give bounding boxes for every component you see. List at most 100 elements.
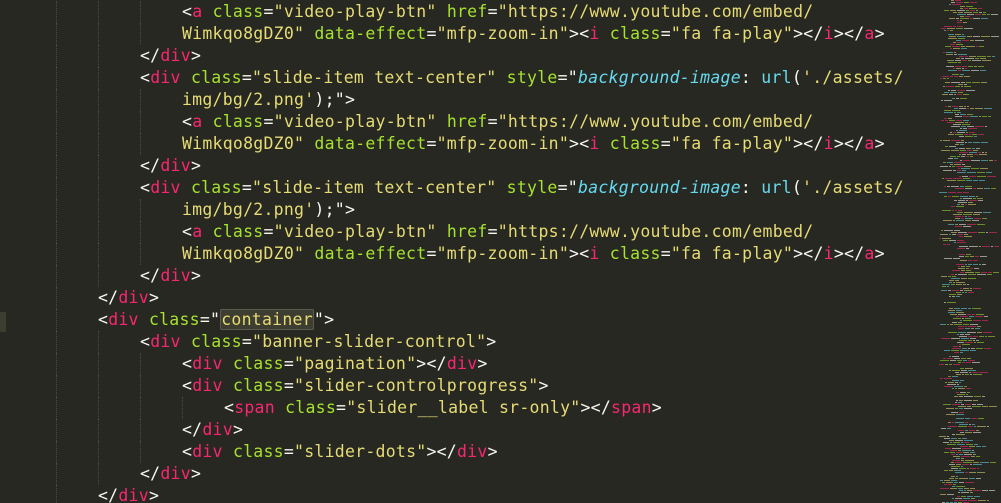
minimap-code-line — [967, 496, 973, 497]
code-token: Wimkqo8gDZ0" — [182, 24, 305, 43]
code-line[interactable]: <div class="container"> — [98, 309, 334, 331]
code-line[interactable]: <div class="slide-item text-center" styl… — [140, 67, 904, 89]
minimap[interactable] — [935, 0, 1001, 503]
code-line[interactable]: <div class="slider-controlprogress"> — [182, 375, 549, 397]
code-line[interactable]: <div class="pagination"></div> — [182, 353, 488, 375]
code-token: "banner-slider-control" — [252, 332, 487, 351]
indent-guide — [140, 1, 142, 23]
minimap-code-line — [956, 310, 962, 311]
minimap-code-line — [968, 128, 977, 129]
code-line[interactable]: <a class="video-play-btn" href="https://… — [182, 221, 813, 243]
code-line[interactable]: img/bg/2.png');"> — [182, 199, 355, 221]
minimap-code-line — [940, 488, 949, 489]
code-token: "> — [313, 310, 335, 329]
code-line[interactable]: <span class="slider__label sr-only"></sp… — [224, 397, 662, 419]
indent-guide — [98, 441, 100, 463]
code-token: a — [864, 24, 875, 43]
minimap-code-line — [952, 448, 961, 449]
minimap-code-line — [951, 150, 959, 151]
minimap-code-line — [960, 98, 967, 99]
minimap-code-line — [964, 408, 972, 409]
indent-guide — [56, 23, 58, 45]
code-token: i — [823, 134, 834, 153]
indent-guide — [98, 331, 100, 353]
code-line[interactable]: <div class="slide-item text-center" styl… — [140, 177, 904, 199]
code-line[interactable]: </div> — [140, 155, 201, 177]
minimap-code-line — [981, 142, 988, 143]
minimap-code-line — [958, 332, 966, 333]
minimap-code-line — [961, 370, 967, 371]
code-token: </ — [182, 420, 203, 439]
code-token: "slide-item text-center" — [252, 68, 497, 87]
minimap-code-line — [941, 428, 946, 429]
minimap-code-line — [960, 196, 968, 197]
code-line[interactable]: Wimkqo8gDZ0" data-effect="mfp-zoom-in"><… — [182, 243, 885, 265]
minimap-code-line — [959, 246, 968, 247]
code-token: style — [506, 178, 558, 197]
indent-guide — [56, 199, 58, 221]
minimap-code-line — [965, 422, 968, 423]
code-token: = — [426, 24, 437, 43]
minimap-code-line — [984, 108, 992, 109]
code-line[interactable]: </div> — [98, 287, 159, 309]
code-line[interactable]: <a class="video-play-btn" href="https://… — [182, 111, 813, 133]
code-editor[interactable]: <a class="video-play-btn" href="https://… — [14, 0, 934, 503]
minimap-code-line — [955, 188, 964, 189]
code-line[interactable]: </div> — [140, 45, 201, 67]
code-token: >< — [569, 134, 590, 153]
minimap-code-line — [958, 70, 961, 71]
code-line[interactable]: Wimkqo8gDZ0" data-effect="mfp-zoom-in"><… — [182, 133, 885, 155]
minimap-code-line — [977, 326, 981, 327]
minimap-code-line — [959, 130, 967, 131]
minimap-code-line — [947, 162, 953, 163]
code-line[interactable]: Wimkqo8gDZ0" data-effect="mfp-zoom-in"><… — [182, 23, 885, 45]
minimap-code-line — [960, 150, 966, 151]
minimap-code-line — [956, 316, 959, 317]
minimap-code-line — [957, 234, 963, 235]
minimap-code-line — [953, 442, 960, 443]
minimap-code-line — [948, 196, 951, 197]
minimap-code-line — [943, 170, 952, 171]
minimap-code-line — [960, 288, 962, 289]
minimap-code-line — [975, 328, 980, 329]
code-line[interactable]: </div> — [98, 485, 159, 503]
minimap-code-line — [948, 192, 956, 193]
minimap-code-line — [965, 430, 968, 431]
minimap-code-line — [968, 66, 973, 67]
code-line[interactable]: <div class="slider-dots"></div> — [182, 441, 498, 463]
minimap-code-line — [968, 142, 972, 143]
minimap-code-line — [975, 108, 983, 109]
code-line[interactable]: <div class="banner-slider-control"> — [140, 331, 496, 353]
minimap-code-line — [962, 124, 970, 125]
minimap-code-line — [963, 22, 967, 23]
minimap-code-line — [954, 52, 956, 53]
minimap-code-line — [958, 232, 967, 233]
minimap-code-line — [965, 318, 971, 319]
code-line[interactable]: img/bg/2.png');"> — [182, 89, 355, 111]
indent-guide — [56, 133, 58, 155]
minimap-code-line — [982, 60, 991, 61]
minimap-code-line — [949, 440, 954, 441]
minimap-code-line — [954, 352, 959, 353]
code-line[interactable]: </div> — [140, 463, 201, 485]
code-line[interactable]: </div> — [140, 265, 201, 287]
minimap-code-line — [968, 500, 977, 501]
code-token: ></ — [426, 442, 457, 461]
code-token: < — [140, 178, 151, 197]
minimap-code-line — [945, 82, 950, 83]
code-token: "fa fa-play" — [670, 244, 794, 263]
code-token: < — [182, 2, 193, 21]
code-line[interactable]: <a class="video-play-btn" href="https://… — [182, 1, 813, 23]
minimap-code-line — [956, 284, 962, 285]
minimap-code-line — [942, 482, 945, 483]
minimap-code-line — [970, 116, 978, 117]
code-token: ></ — [580, 398, 612, 417]
minimap-code-line — [973, 188, 976, 189]
minimap-code-line — [965, 404, 971, 405]
minimap-code-line — [968, 426, 973, 427]
code-token: "https://www.youtube.com/embed/ — [497, 2, 814, 21]
minimap-code-line — [955, 216, 961, 217]
code-line[interactable]: </div> — [182, 419, 243, 441]
minimap-code-line — [965, 186, 972, 187]
